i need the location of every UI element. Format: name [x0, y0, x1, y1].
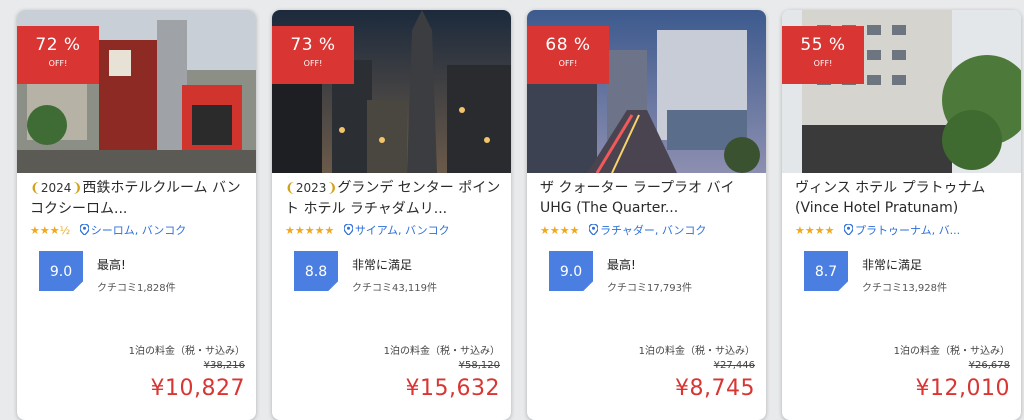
hotel-meta: ★★★★ プラトゥーナム, バ... [795, 222, 1015, 238]
map-pin-icon [343, 224, 353, 235]
hotel-name[interactable]: ❨2024❩西鉄ホテルクルーム バンコクシーロム... [30, 178, 246, 218]
hotel-card[interactable]: 55 % OFF! ヴィンス ホテル プラトゥナム (Vince Hotel P… [782, 10, 1021, 420]
hotel-card-row: 72 % OFF! ❨2024❩西鉄ホテルクルーム バンコクシーロム... ★★… [0, 0, 1024, 420]
laurel-left-icon: ❨ [30, 181, 41, 196]
review-count: クチコミ1,828件 [97, 283, 176, 294]
star-rating: ★★★½ [30, 224, 71, 237]
map-pin-icon [843, 224, 853, 235]
hotel-meta: ★★★★★ サイアム, バンコク [285, 222, 505, 238]
star-rating: ★★★★★ [285, 224, 335, 237]
discount-percent: 55 % [800, 35, 846, 55]
discount-percent: 72 % [35, 35, 81, 55]
map-pin-icon [588, 224, 598, 235]
year-label: 2023 [295, 181, 327, 195]
review-count: クチコミ17,793件 [607, 283, 692, 294]
hotel-name-text: ザ クォーター ラープラオ バイ UHG (The Quarter... [540, 180, 735, 216]
discount-badge: 72 % OFF! [17, 26, 99, 84]
review-count: クチコミ13,928件 [862, 283, 947, 294]
discount-badge: 55 % OFF! [782, 26, 864, 84]
rating-summary: 最高! クチコミ1,828件 [97, 256, 176, 294]
rating-summary: 最高! クチコミ17,793件 [607, 256, 692, 294]
hotel-meta: ★★★½ シーロム, バンコク [30, 222, 250, 238]
original-price: ¥38,216 [203, 360, 245, 371]
year-label: 2024 [40, 181, 72, 195]
rating-label: 最高! [97, 258, 126, 272]
laurel-left-icon: ❨ [285, 181, 296, 196]
current-price: ¥15,632 [405, 376, 500, 401]
location-text: シーロム, バンコク [90, 224, 187, 237]
original-price: ¥58,120 [458, 360, 500, 371]
hotel-name[interactable]: ヴィンス ホテル プラトゥナム (Vince Hotel Pratunam) [795, 178, 1011, 218]
year-badge: ❨2024❩ [30, 178, 82, 199]
current-price: ¥10,827 [150, 376, 245, 401]
location-text: プラトゥーナム, バ... [854, 224, 961, 237]
review-score-badge: 8.7 [804, 251, 848, 291]
review-score-badge: 9.0 [549, 251, 593, 291]
discount-percent: 68 % [545, 35, 591, 55]
current-price: ¥12,010 [915, 376, 1010, 401]
location-link[interactable]: シーロム, バンコク [79, 224, 187, 237]
discount-badge: 73 % OFF! [272, 26, 354, 84]
discount-percent: 73 % [290, 35, 336, 55]
rating-label: 非常に満足 [352, 258, 413, 272]
hotel-photo[interactable]: 55 % OFF! [782, 10, 1021, 173]
price-note: 1泊の料金（税・サ込み） [638, 346, 755, 357]
laurel-right-icon: ❩ [71, 181, 83, 196]
price-note: 1泊の料金（税・サ込み） [893, 346, 1010, 357]
hotel-photo[interactable]: 68 % OFF! [527, 10, 766, 173]
hotel-name-text: ヴィンス ホテル プラトゥナム (Vince Hotel Pratunam) [795, 180, 986, 216]
hotel-name[interactable]: ザ クォーター ラープラオ バイ UHG (The Quarter... [540, 178, 756, 218]
price-note: 1泊の料金（税・サ込み） [128, 346, 245, 357]
review-score-badge: 8.8 [294, 251, 338, 291]
hotel-card[interactable]: 72 % OFF! ❨2024❩西鉄ホテルクルーム バンコクシーロム... ★★… [17, 10, 256, 420]
hotel-name[interactable]: ❨2023❩グランデ センター ポイント ホテル ラチャダムリ... [285, 178, 501, 218]
hotel-card[interactable]: 68 % OFF! ザ クォーター ラープラオ バイ UHG (The Quar… [527, 10, 766, 420]
original-price: ¥27,446 [713, 360, 755, 371]
location-text: サイアム, バンコク [354, 224, 450, 237]
discount-badge: 68 % OFF! [527, 26, 609, 84]
rating-label: 非常に満足 [862, 258, 923, 272]
location-link[interactable]: ラチャダー, バンコク [588, 224, 707, 237]
laurel-right-icon: ❩ [326, 181, 338, 196]
rating-summary: 非常に満足 クチコミ13,928件 [862, 256, 947, 294]
discount-off-label: OFF! [558, 59, 578, 68]
location-link[interactable]: サイアム, バンコク [343, 224, 450, 237]
rating-label: 最高! [607, 258, 636, 272]
hotel-photo[interactable]: 73 % OFF! [272, 10, 511, 173]
star-rating: ★★★★ [540, 224, 580, 237]
current-price: ¥8,745 [675, 376, 755, 401]
hotel-card[interactable]: 73 % OFF! ❨2023❩グランデ センター ポイント ホテル ラチャダム… [272, 10, 511, 420]
price-note: 1泊の料金（税・サ込み） [383, 346, 500, 357]
review-score-badge: 9.0 [39, 251, 83, 291]
year-badge: ❨2023❩ [285, 178, 337, 199]
discount-off-label: OFF! [48, 59, 68, 68]
map-pin-icon [79, 224, 89, 235]
star-rating: ★★★★ [795, 224, 835, 237]
hotel-photo[interactable]: 72 % OFF! [17, 10, 256, 173]
review-count: クチコミ43,119件 [352, 283, 437, 294]
location-text: ラチャダー, バンコク [599, 224, 707, 237]
discount-off-label: OFF! [813, 59, 833, 68]
rating-summary: 非常に満足 クチコミ43,119件 [352, 256, 437, 294]
location-link[interactable]: プラトゥーナム, バ... [843, 224, 961, 237]
hotel-meta: ★★★★ ラチャダー, バンコク [540, 222, 760, 238]
discount-off-label: OFF! [303, 59, 323, 68]
original-price: ¥26,678 [968, 360, 1010, 371]
